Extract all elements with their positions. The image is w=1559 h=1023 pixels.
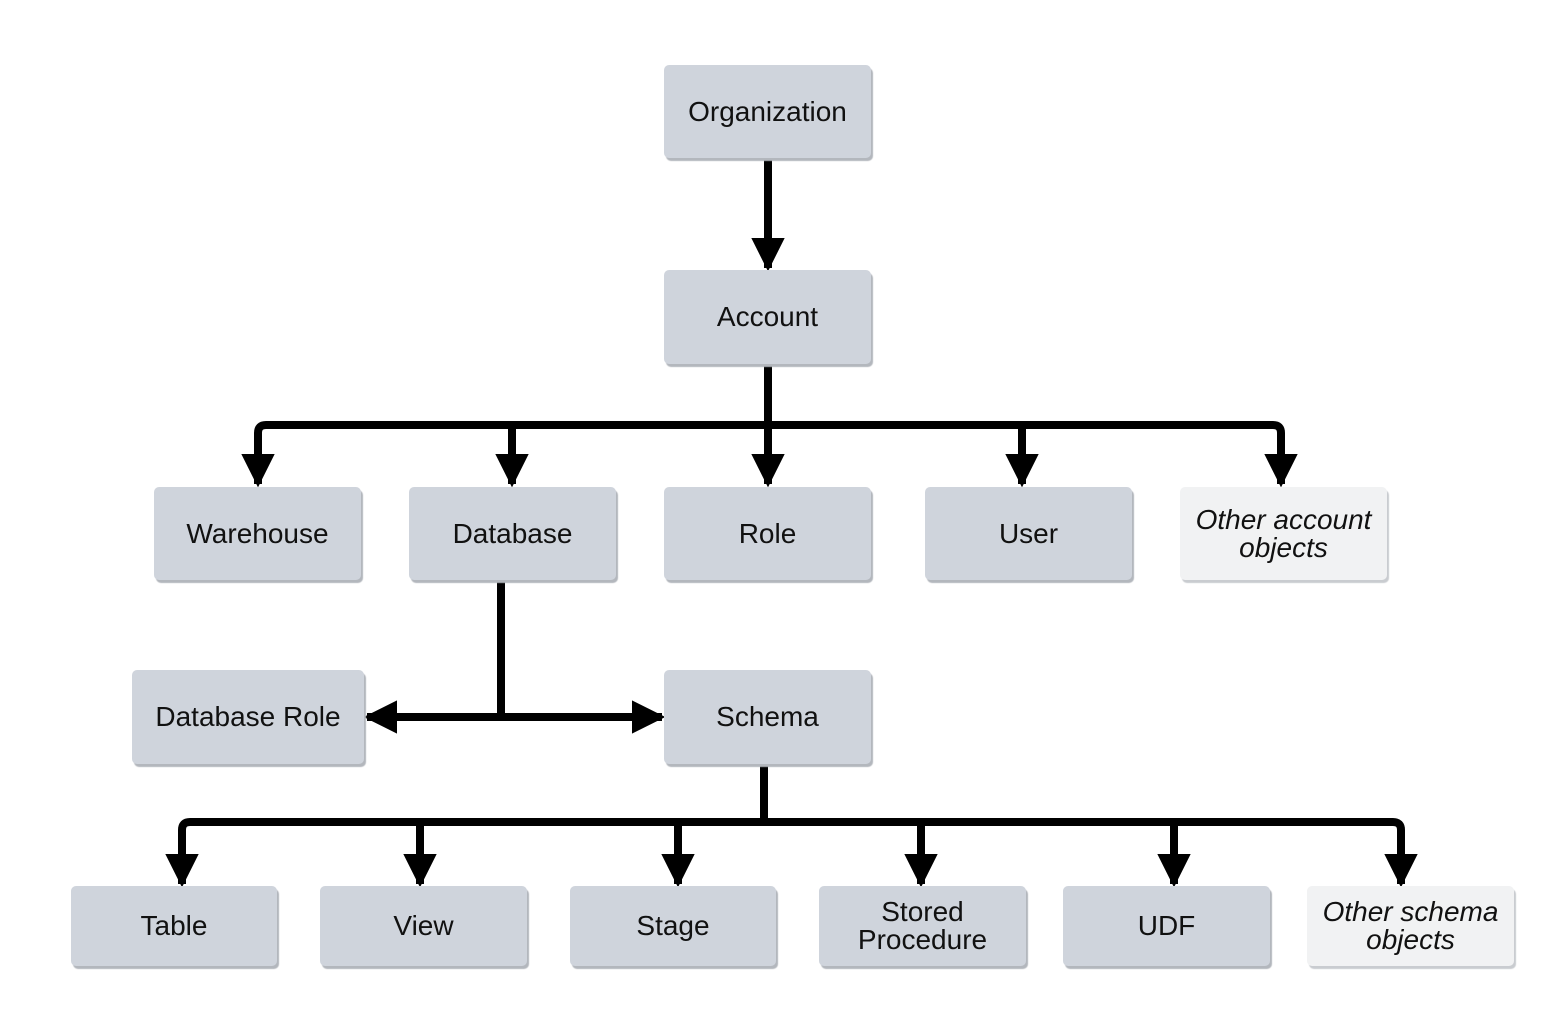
node-label-line1: Other account <box>1195 503 1372 535</box>
node-label: Account <box>716 301 819 332</box>
node-label-line1: Stored <box>881 896 964 927</box>
node-user: User <box>925 487 1132 580</box>
node-label: Database <box>452 517 573 549</box>
node-label-line2: objects <box>1366 924 1455 955</box>
node-role: Role <box>664 487 871 580</box>
node-label: View <box>393 910 454 941</box>
node-label: Table <box>140 910 208 941</box>
node-label: Schema <box>716 701 819 732</box>
node-label-line2: objects <box>1239 531 1328 563</box>
node-organization: Organization <box>664 65 871 158</box>
node-label: Warehouse <box>186 517 329 549</box>
node-account: Account <box>664 270 871 364</box>
node-stored-procedure: Stored Procedure <box>819 886 1026 966</box>
node-table: Table <box>71 886 277 966</box>
node-label: Stage <box>636 910 710 941</box>
node-udf: UDF <box>1063 886 1270 966</box>
node-label: UDF <box>1137 910 1196 941</box>
node-label: User <box>998 517 1059 549</box>
node-label-line1: Other schema <box>1322 896 1499 927</box>
node-view: View <box>320 886 527 966</box>
node-schema: Schema <box>664 670 871 764</box>
node-database-role: Database Role <box>132 670 364 764</box>
edge-schema-bus <box>178 818 1418 888</box>
node-other-account-objects: Other account objects <box>1180 487 1387 580</box>
node-database: Database <box>409 487 616 580</box>
node-stage: Stage <box>570 886 776 966</box>
node-other-schema-objects: Other schema objects <box>1307 886 1514 966</box>
node-label: Role <box>738 517 797 549</box>
node-warehouse: Warehouse <box>154 487 361 580</box>
node-label: Organization <box>688 95 847 127</box>
node-label-line2: Procedure <box>857 924 988 955</box>
node-label: Database Role <box>155 701 341 732</box>
